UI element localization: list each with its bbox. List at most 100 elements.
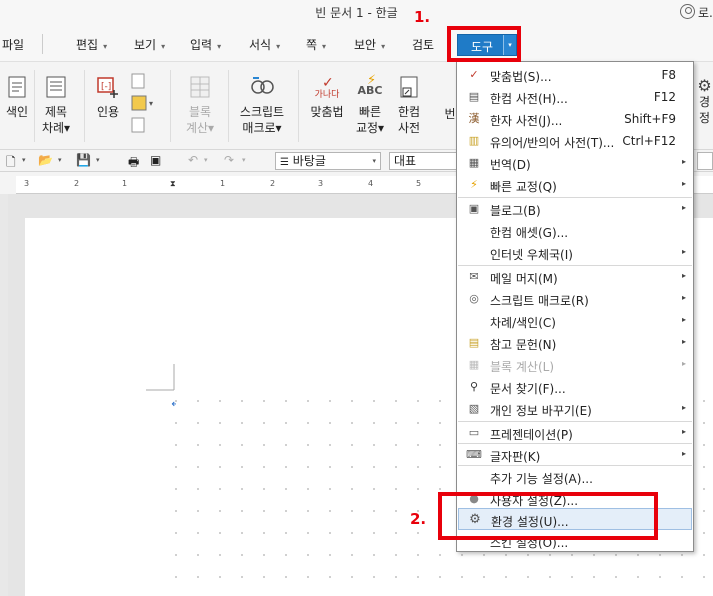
chevron-down-icon[interactable]: ▾ xyxy=(22,156,26,164)
menu-item-hancom-dictionary[interactable]: ▤ 한컴 사전(H)... F12 xyxy=(458,86,692,108)
redo-icon[interactable]: ↷ xyxy=(224,153,234,167)
menu-item-privacy[interactable]: ▧ 개인 정보 바꾸기(E) ▸ xyxy=(458,398,692,420)
new-document-icon[interactable]: 🗋 xyxy=(6,153,16,174)
menu-item-label: 한컴 애셋(G)... xyxy=(490,226,569,240)
menu-review-label: 검토 xyxy=(412,38,435,52)
menu-item-quick-correct[interactable]: ⚡ 빠른 교정(Q) ▸ xyxy=(458,174,692,196)
block-calc-icon xyxy=(190,76,210,98)
binoculars-icon: ⚲ xyxy=(469,380,479,393)
submenu-arrow-icon: ▸ xyxy=(681,403,686,412)
menu-item-thesaurus[interactable]: ▥ 유의어/반의어 사전(T)... Ctrl+F12 xyxy=(458,130,692,152)
menu-item-internet-post[interactable]: 인터넷 우체국(I) ▸ xyxy=(458,242,692,264)
quick-correct-icon: ⚡ ABC xyxy=(357,73,383,97)
user-name[interactable]: 로. xyxy=(698,4,713,21)
index-button[interactable]: 색인 xyxy=(4,74,30,120)
submenu-arrow-icon: ▸ xyxy=(681,247,686,256)
open-folder-icon[interactable]: 📂 xyxy=(38,153,53,167)
index-icon xyxy=(8,76,26,98)
menu-item-label: 개인 정보 바꾸기(E) xyxy=(490,404,592,418)
chevron-down-icon[interactable]: ▾ xyxy=(204,156,208,164)
ruler-number: 3 xyxy=(24,179,30,188)
user-icon[interactable] xyxy=(680,4,695,19)
chevron-down-icon: ▾ xyxy=(381,42,386,51)
quick-correct-button[interactable]: ⚡ ABC 빠른 교정▾ xyxy=(352,73,388,136)
menu-item-blog[interactable]: ▣ 블로그(B) ▸ xyxy=(458,198,692,220)
paragraph-style-select[interactable]: ☰ 바탕글 ▾ xyxy=(275,152,381,170)
menu-item-label: 번역(D) xyxy=(490,158,531,172)
block-calc-icon: ▦ xyxy=(468,358,480,371)
menu-item-translate[interactable]: ▦ 번역(D) ▸ xyxy=(458,152,692,174)
keyboard-icon: ⌨ xyxy=(466,448,482,461)
block-calc-label-1: 블록 xyxy=(188,105,212,119)
menu-item-addon-settings[interactable]: 추가 기능 설정(A)... xyxy=(458,466,692,488)
reference-icon: ▤ xyxy=(468,336,480,349)
menu-item-label: 메일 머지(M) xyxy=(490,272,558,286)
hancom-dict-button[interactable]: 한컴 사전 xyxy=(392,74,426,136)
toc-icon xyxy=(46,76,66,98)
toc-label-2: 차례▾ xyxy=(41,121,71,135)
menu-format[interactable]: 서식 ▾ xyxy=(249,36,280,53)
ruler-number: 1 xyxy=(220,179,226,188)
menu-view[interactable]: 보기 ▾ xyxy=(134,36,165,53)
preview-icon[interactable]: ▣ xyxy=(150,153,161,167)
partial-ribbon-label: 번 xyxy=(444,107,456,121)
vertical-ruler[interactable] xyxy=(0,194,8,596)
quick-correct-label-2: 교정▾ xyxy=(355,121,385,135)
chevron-down-icon[interactable]: ▾ xyxy=(96,156,100,164)
menu-item-mail-merge[interactable]: ✉ 메일 머지(M) ▸ xyxy=(458,266,692,288)
thesaurus-icon: ▥ xyxy=(468,134,480,147)
ruler-number: 3 xyxy=(318,179,324,188)
spellcheck-label: 맞춤법 xyxy=(310,105,344,119)
ruler-number: 5 xyxy=(416,179,422,188)
font-size-field[interactable] xyxy=(697,152,713,170)
menu-security[interactable]: 보안 ▾ xyxy=(354,36,385,53)
menu-item-presentation[interactable]: ▭ 프레젠테이션(P) ▸ xyxy=(458,422,692,444)
script-macro-button[interactable]: 스크립트 매크로▾ xyxy=(236,74,288,136)
menu-bar: 파일 편집 ▾ 보기 ▾ 입력 ▾ 서식 ▾ 쪽 ▾ 보안 ▾ 검토 도구 ▾ xyxy=(0,26,713,62)
menu-insert-label: 입력 xyxy=(190,38,213,52)
menu-item-spellcheck[interactable]: ✓ 맞춤법(S)... F8 xyxy=(458,64,692,86)
print-icon[interactable]: 🖶 xyxy=(128,153,139,174)
chevron-down-icon[interactable]: ▾ xyxy=(242,156,246,164)
menu-item-find-document[interactable]: ⚲ 문서 찾기(F)... xyxy=(458,376,692,398)
ruler-number: 1 xyxy=(122,179,128,188)
toc-button[interactable]: 제목 차례▾ xyxy=(38,74,74,136)
save-icon[interactable]: 💾 xyxy=(76,153,91,167)
menu-item-keyboard[interactable]: ⌨ 글자판(K) ▸ xyxy=(458,444,692,466)
menu-insert[interactable]: 입력 ▾ xyxy=(190,36,221,53)
submenu-arrow-icon: ▸ xyxy=(681,359,686,368)
menu-item-script-macro[interactable]: ◎ 스크립트 매크로(R) ▸ xyxy=(458,288,692,310)
menu-file-label: 파일 xyxy=(2,38,25,52)
chevron-down-icon: ▾ xyxy=(276,42,281,51)
menu-item-toc-index[interactable]: 차례/색인(C) ▸ xyxy=(458,310,692,332)
step-2-label: 2. xyxy=(410,510,427,528)
script-macro-icon: ◎ xyxy=(469,292,479,305)
submenu-arrow-icon: ▸ xyxy=(681,157,686,166)
env-settings-ribbon-label-1: 경 xyxy=(698,95,711,109)
menu-edit[interactable]: 편집 ▾ xyxy=(76,36,107,53)
menu-item-shortcut: Shift+F9 xyxy=(624,112,676,126)
menu-review[interactable]: 검토 xyxy=(412,36,434,53)
block-calc-label-2: 계산▾ xyxy=(185,121,215,135)
menu-security-label: 보안 xyxy=(354,38,377,52)
indent-marker-icon[interactable]: ⧗ xyxy=(170,179,176,189)
svg-text:[-]: [-] xyxy=(101,82,111,92)
menu-item-hancom-asset[interactable]: 한컴 애셋(G)... xyxy=(458,220,692,242)
menu-item-hanja-dictionary[interactable]: 漢 한자 사전(J)... Shift+F9 xyxy=(458,108,692,130)
spellcheck-button[interactable]: ✓ 가나다 맞춤법 xyxy=(306,74,348,120)
chevron-down-icon[interactable]: ▾ xyxy=(58,156,62,164)
font-select[interactable]: 대표 xyxy=(389,152,459,170)
privacy-icon: ▧ xyxy=(468,402,480,415)
menu-page[interactable]: 쪽 ▾ xyxy=(306,36,326,53)
partial-ribbon-item[interactable]: 번 xyxy=(444,106,456,122)
undo-icon[interactable]: ↶ xyxy=(188,153,198,167)
block-calc-button[interactable]: 블록 계산▾ xyxy=(182,74,218,136)
highlight-box-environment-settings xyxy=(438,492,658,540)
cite-button[interactable]: [-] 인용 xyxy=(92,74,124,120)
translate-icon: ▦ xyxy=(468,156,480,169)
menu-file[interactable]: 파일 xyxy=(2,36,24,53)
env-settings-ribbon-button[interactable]: ⚙ 경 정 xyxy=(696,78,713,126)
menu-item-references[interactable]: ▤ 참고 문헌(N) ▸ xyxy=(458,332,692,354)
script-macro-label-2: 매크로▾ xyxy=(242,121,282,135)
spellcheck-icon-text: 가나다 xyxy=(314,90,340,100)
